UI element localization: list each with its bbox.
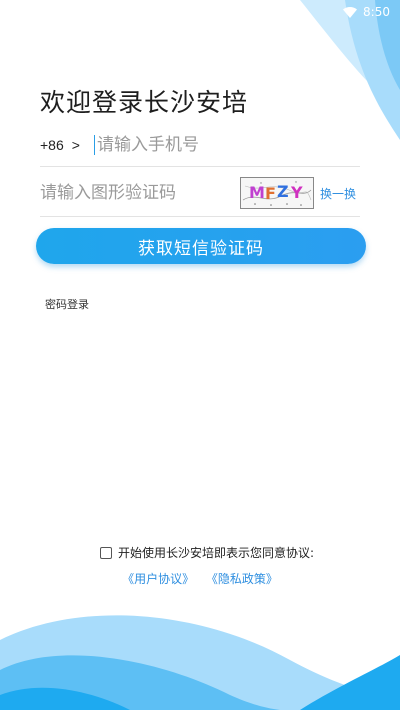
phone-row: +86 > [40,124,360,167]
captcha-char: M [249,183,265,202]
captcha-input[interactable] [40,183,236,203]
wifi-icon [343,6,358,18]
text-cursor [94,135,95,155]
agreement-checkbox[interactable] [100,546,112,559]
page-title: 欢迎登录长沙安培 [40,87,249,117]
status-time: 8:50 [363,5,390,19]
status-bar: 8:50 [343,0,400,24]
password-login-link[interactable]: 密码登录 [45,296,89,312]
captcha-char: Y [290,183,303,202]
captcha-refresh-link[interactable]: 换一换 [320,185,356,202]
agreement-text: 开始使用长沙安培即表示您同意协议: [118,546,315,560]
chevron-right-icon: > [71,137,80,153]
user-agreement-link[interactable]: 《用户协议》 [122,572,194,586]
agreement-links: 《用户协议》 《隐私政策》 [0,570,400,587]
captcha-char: F [265,184,276,203]
bottom-decoration [0,615,400,710]
captcha-image[interactable]: M F Z Y [240,177,314,209]
privacy-policy-link[interactable]: 《隐私政策》 [206,572,278,586]
captcha-char: Z [277,182,289,201]
country-code: +86 [40,137,64,153]
get-sms-code-button[interactable]: 获取短信验证码 [36,228,366,264]
agreement-row: 开始使用长沙安培即表示您同意协议: [100,544,314,561]
captcha-row: M F Z Y 换一换 [40,170,360,217]
phone-input[interactable] [97,135,297,155]
country-code-selector[interactable]: +86 > [40,137,94,153]
